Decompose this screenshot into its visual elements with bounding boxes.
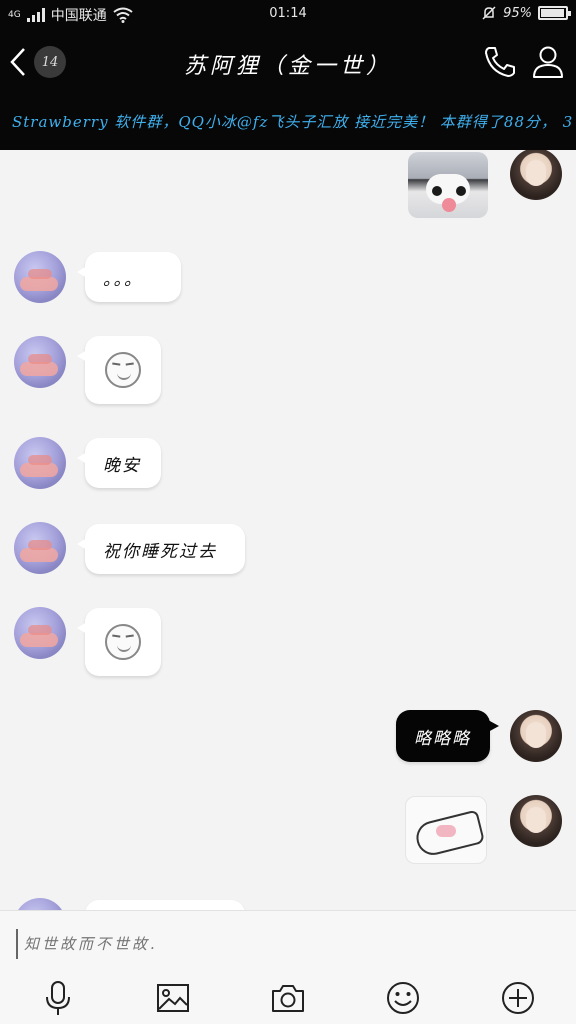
contact-avatar[interactable] [14,522,66,574]
contact-avatar[interactable] [14,251,66,303]
husky-dog-sticker[interactable] [408,152,488,218]
smug-face-emoji [105,624,141,660]
message-bubble[interactable]: 晚安 [77,438,161,488]
plus-icon[interactable] [499,979,537,1017]
chat-title: 苏阿狸（金一世） [183,54,392,79]
message-input[interactable] [16,929,560,959]
phone-icon[interactable] [482,44,518,80]
battery-percent: 95% [503,5,532,21]
message-bubble[interactable] [85,900,245,910]
group-announcement[interactable]: Strawberry 软件群，QQ小冰@fz飞头子汇放 接近完美！ 本群得了88… [0,94,576,150]
my-avatar[interactable] [510,710,562,762]
smug-face-emoji [105,352,141,388]
message-list[interactable]: 。。。 晚安 祝你睡死过去 略略略 [0,150,576,910]
profile-icon[interactable] [530,44,566,80]
battery-fill [541,9,564,17]
my-message-bubble[interactable]: 略略略 [396,710,499,762]
contact-avatar[interactable] [14,437,66,489]
chevron-left-icon [10,48,25,76]
camera-icon[interactable] [269,979,307,1017]
input-toolbar [0,979,576,1019]
back-button[interactable]: 14 [8,44,68,80]
announcement-text: Strawberry 软件群，QQ小冰@fz飞头子汇放 接近完美！ 本群得了88… [12,113,574,131]
chat-header: 14 苏阿狸（金一世） [0,30,576,94]
message-text: 晚安 [103,455,141,476]
status-right: 95% [481,5,571,21]
emoji-icon[interactable] [384,979,422,1017]
microphone-icon[interactable] [39,979,77,1017]
my-avatar[interactable] [510,150,562,200]
mute-bell-icon [482,6,496,20]
message-bubble[interactable]: 祝你睡死过去 [77,524,245,574]
contact-avatar[interactable] [14,607,66,659]
status-bar: 4G 中国联通 01:14 95% [0,0,576,30]
input-area [0,910,576,1024]
unread-count-badge: 14 [34,46,66,78]
chat-screen: 4G 中国联通 01:14 95% 14 苏阿狸（金一世） Strawberry… [0,0,576,1024]
contact-avatar[interactable] [14,336,66,388]
battery-icon [538,6,571,20]
emoji-bubble[interactable] [77,336,161,404]
my-avatar[interactable] [510,795,562,847]
message-text: 略略略 [414,728,471,749]
message-text: 祝你睡死过去 [103,541,217,562]
image-icon[interactable] [154,979,192,1017]
cat-sticker[interactable] [405,796,487,864]
message-bubble[interactable]: 。。。 [77,252,181,302]
message-text: 。。。 [103,269,143,290]
emoji-bubble[interactable] [77,608,161,676]
contact-avatar[interactable] [14,898,66,910]
